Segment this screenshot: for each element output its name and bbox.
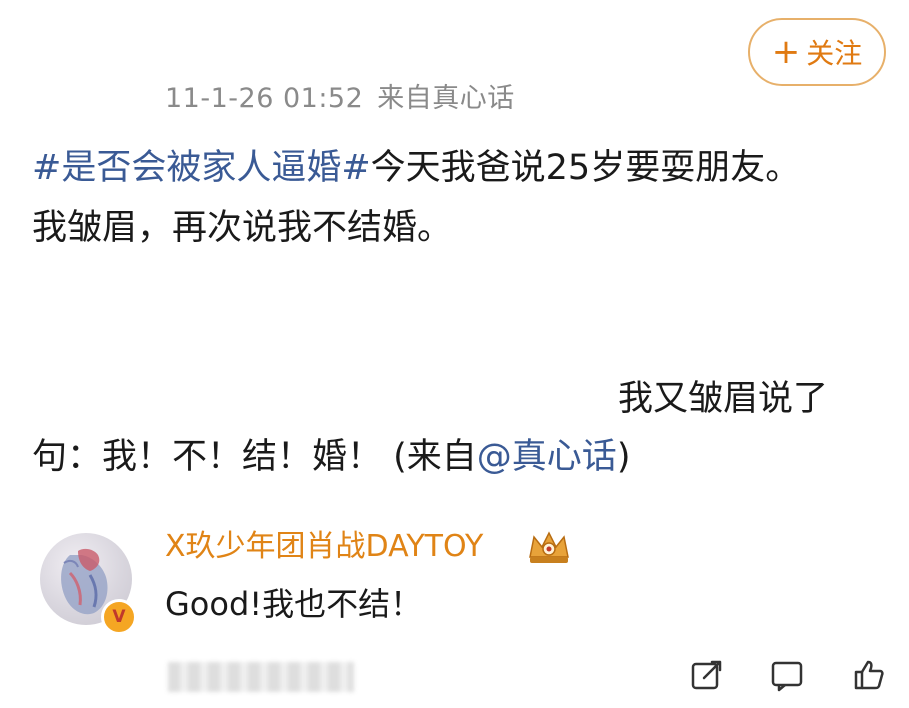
verified-v-label: V xyxy=(112,606,126,627)
verified-v-icon: V xyxy=(101,599,137,635)
comment-icon[interactable] xyxy=(770,658,804,692)
post-source: 来自真心话 xyxy=(377,83,515,114)
plus-icon: + xyxy=(771,32,801,72)
post-text-line-4: 句：我！不！结！婚！ (来自@真心话) xyxy=(32,436,630,478)
follow-label: 关注 xyxy=(806,37,863,70)
comment-username[interactable]: X玖少年团肖战DAYTOY xyxy=(165,529,483,565)
post-text-segment: 今天我爸说25岁要耍朋友。 xyxy=(370,148,801,188)
like-icon[interactable] xyxy=(852,658,886,692)
blurred-text xyxy=(168,662,354,692)
post-timestamp: 11-1-26 01:52 xyxy=(165,83,364,114)
post-text-line-2: 我皱眉，再次说我不结婚。 xyxy=(32,208,453,248)
mention-link[interactable]: @真心话 xyxy=(477,437,617,477)
post-text-segment: 句：我！不！结！婚！ (来自 xyxy=(32,437,477,477)
post-text-line-3: 我又皱眉说了 xyxy=(618,379,829,419)
follow-button[interactable]: + 关注 xyxy=(748,18,886,86)
share-icon[interactable] xyxy=(690,658,724,692)
crown-badge-icon xyxy=(529,531,569,563)
comment-text: Good!我也不结！ xyxy=(165,585,423,623)
post-text-segment: ) xyxy=(616,437,631,477)
post-meta: 11-1-26 01:52 来自真心话 xyxy=(165,76,515,115)
post-text-line-1: #是否会被家人逼婚#今天我爸说25岁要耍朋友。 xyxy=(32,147,800,189)
hashtag-link[interactable]: #是否会被家人逼婚# xyxy=(32,148,371,188)
